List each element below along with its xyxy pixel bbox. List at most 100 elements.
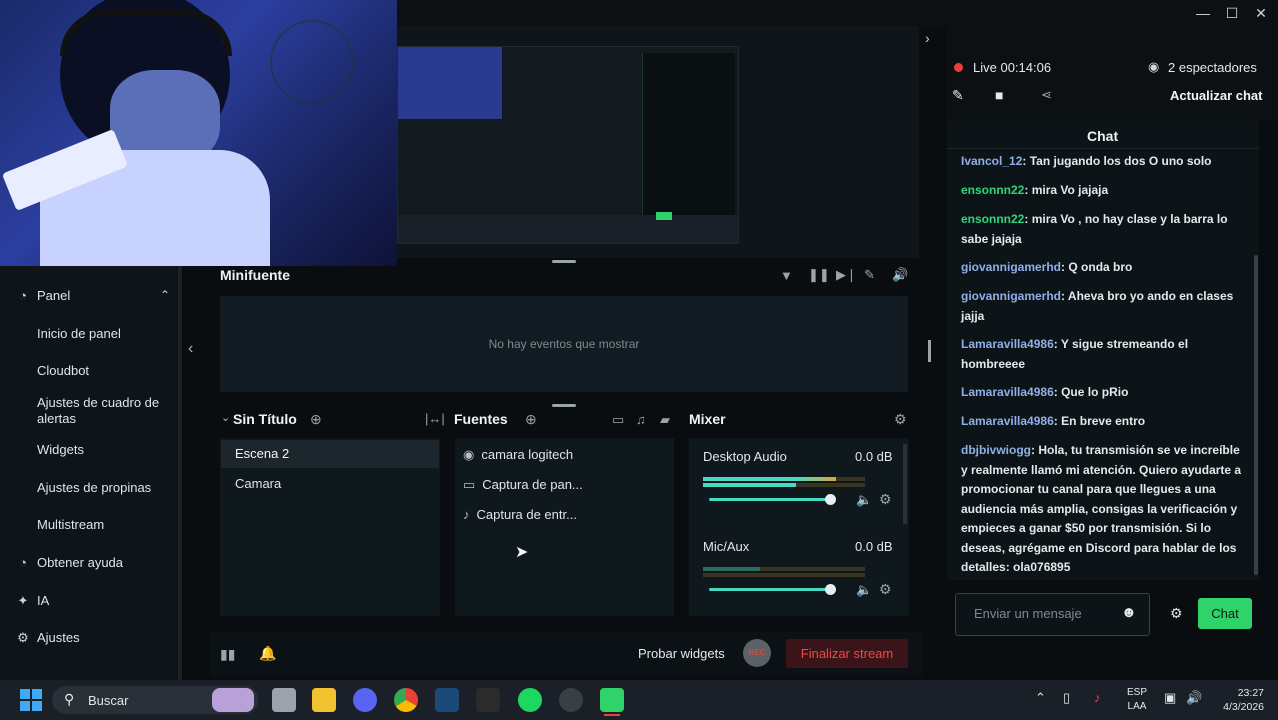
chevron-up-icon[interactable]: ⌃ xyxy=(1035,690,1046,706)
source-item[interactable]: ♪ Captura de entr... xyxy=(463,507,577,522)
monitor-icon: ▭ xyxy=(463,477,476,492)
chat-title: Chat xyxy=(1087,128,1119,144)
language-indicator[interactable]: ESP LAA xyxy=(1127,686,1147,714)
channel-settings-icon[interactable]: ⚙ xyxy=(879,491,892,508)
live-indicator xyxy=(954,63,963,72)
sidebar-item-help[interactable]: ◔ Obtener ayuda xyxy=(14,555,123,570)
volume-slider[interactable] xyxy=(709,588,835,591)
filter-icon[interactable]: ▼ xyxy=(780,268,793,283)
stream-preview[interactable] xyxy=(397,26,919,258)
source-item[interactable]: ▭ Captura de pan... xyxy=(463,477,583,493)
sidebar-item-cloudbot[interactable]: Cloudbot xyxy=(37,363,89,378)
volume-icon[interactable]: 🔊 xyxy=(1186,690,1202,706)
sidebar-item-multistream[interactable]: Multistream xyxy=(37,517,104,532)
close-button[interactable]: ✕ xyxy=(1251,4,1271,22)
usb-icon[interactable]: ▯ xyxy=(1063,690,1070,706)
speaker-icon[interactable]: 🔈 xyxy=(856,492,872,508)
resize-handle[interactable] xyxy=(552,404,576,407)
scene-item[interactable]: Escena 2 xyxy=(221,440,439,468)
minifuente-events: No hay eventos que mostrar xyxy=(220,296,908,392)
chevron-left-icon[interactable]: ‹ xyxy=(188,340,193,358)
add-scene-icon[interactable]: ⊕ xyxy=(310,411,322,428)
sidebar-scrollbar[interactable] xyxy=(178,266,182,680)
speaker-icon[interactable]: 🔈 xyxy=(856,582,872,598)
mute-alerts-icon[interactable]: ✎ xyxy=(864,267,875,283)
chat-settings-icon[interactable]: ⚙ xyxy=(1170,605,1183,622)
scene-item[interactable]: Camara xyxy=(221,470,439,498)
chevron-right-icon[interactable]: › xyxy=(925,30,930,46)
epic-games-icon[interactable] xyxy=(476,688,500,712)
viewer-count: 2 espectadores xyxy=(1168,60,1257,75)
sources-title: Fuentes xyxy=(454,411,508,427)
chat-scrollbar[interactable] xyxy=(1254,255,1258,575)
volume-slider[interactable] xyxy=(709,498,835,501)
edit-icon[interactable]: ✎ xyxy=(952,87,964,104)
minifuente-title: Minifuente xyxy=(220,267,290,283)
chat-input[interactable]: Enviar un mensaje ☻ xyxy=(955,593,1150,636)
chat-send-button[interactable]: Chat xyxy=(1198,598,1252,629)
maximize-button[interactable]: ☐ xyxy=(1222,4,1242,22)
clock[interactable]: 23:27 4/3/2026 xyxy=(1218,686,1264,714)
sidebar-item-propinas[interactable]: Ajustes de propinas xyxy=(37,480,151,495)
end-stream-button[interactable]: Finalizar stream xyxy=(786,639,908,668)
streamlabs-icon[interactable] xyxy=(600,688,624,712)
chat-message: Lamaravilla4986: Y sigue stremeando el h… xyxy=(961,337,1189,371)
eye-icon: ◉ xyxy=(1148,59,1160,74)
refresh-chat-button[interactable]: Actualizar chat xyxy=(1170,88,1262,103)
discord-icon[interactable] xyxy=(353,688,377,712)
audio-meter xyxy=(703,567,865,571)
audio-source-icon[interactable]: ♫ xyxy=(636,412,646,427)
network-icon[interactable]: ▣ xyxy=(1164,690,1176,706)
windows-start-icon[interactable] xyxy=(20,689,42,711)
file-explorer-icon[interactable] xyxy=(312,688,336,712)
steam-icon[interactable] xyxy=(435,688,459,712)
emoji-icon[interactable]: ☻ xyxy=(1121,604,1137,621)
sidebar-item-settings[interactable]: ⚙ Ajustes xyxy=(14,630,79,646)
display-source-icon[interactable]: ▭ xyxy=(612,412,624,428)
skip-icon[interactable]: ▶❘ xyxy=(836,267,857,283)
stats-icon[interactable]: ▮▮ xyxy=(220,646,235,663)
mixer-scrollbar[interactable] xyxy=(903,444,907,524)
mixer-settings-icon[interactable]: ⚙ xyxy=(894,411,907,428)
sidebar-item-ia[interactable]: ✦ IA xyxy=(14,593,50,609)
chat-message: giovannigamerhd: Q onda bro xyxy=(961,260,1133,274)
sidebar-item-panel[interactable]: ◔ Panel xyxy=(14,288,70,303)
obs-icon[interactable] xyxy=(559,688,583,712)
microphone-icon[interactable]: ♪ xyxy=(1094,690,1101,705)
mixer-channel-name: Desktop Audio xyxy=(703,449,787,464)
chrome-icon[interactable] xyxy=(394,688,418,712)
volume-knob[interactable] xyxy=(825,584,836,595)
volume-knob[interactable] xyxy=(825,494,836,505)
source-item[interactable]: ◉ camara logitech xyxy=(463,447,573,463)
rec-button[interactable]: REC xyxy=(743,639,771,667)
camera-icon[interactable]: ■ xyxy=(995,87,1003,103)
sidebar-item-widgets[interactable]: Widgets xyxy=(37,442,84,457)
chevron-up-icon[interactable]: ⌃ xyxy=(160,288,170,302)
active-app-indicator xyxy=(604,714,620,716)
pause-icon[interactable]: ❚❚ xyxy=(808,267,830,283)
sidebar-item-alertas[interactable]: Ajustes de cuadro de alertas xyxy=(37,395,172,427)
folder-icon[interactable]: ▰ xyxy=(660,412,670,428)
gear-icon: ⚙ xyxy=(17,630,29,645)
vertical-resize-handle[interactable] xyxy=(928,340,931,362)
chat-message: giovannigamerhd: Aheva bro yo ando en cl… xyxy=(961,289,1234,323)
sidebar-item-inicio[interactable]: Inicio de panel xyxy=(37,326,121,341)
search-highlight-image xyxy=(212,688,254,712)
audio-meter xyxy=(703,573,865,577)
minimize-button[interactable]: — xyxy=(1193,4,1213,22)
spotify-icon[interactable] xyxy=(518,688,542,712)
taskbar-search[interactable]: ⚲ Buscar xyxy=(52,686,258,714)
chevron-down-icon[interactable]: ⌄ xyxy=(221,411,230,424)
chat-input-placeholder: Enviar un mensaje xyxy=(974,606,1082,621)
transition-icon[interactable]: |↔| xyxy=(425,411,445,426)
resize-handle[interactable] xyxy=(552,260,576,263)
bell-icon[interactable]: 🔔 xyxy=(259,645,276,662)
channel-settings-icon[interactable]: ⚙ xyxy=(879,581,892,598)
add-source-icon[interactable]: ⊕ xyxy=(525,411,537,428)
share-icon[interactable]: ⋖ xyxy=(1041,87,1052,103)
task-view-icon[interactable] xyxy=(272,688,296,712)
search-icon: ⚲ xyxy=(64,691,75,707)
search-label: Buscar xyxy=(88,693,129,708)
test-widgets-button[interactable]: Probar widgets xyxy=(638,646,725,661)
volume-icon[interactable]: 🔊 xyxy=(892,267,908,283)
